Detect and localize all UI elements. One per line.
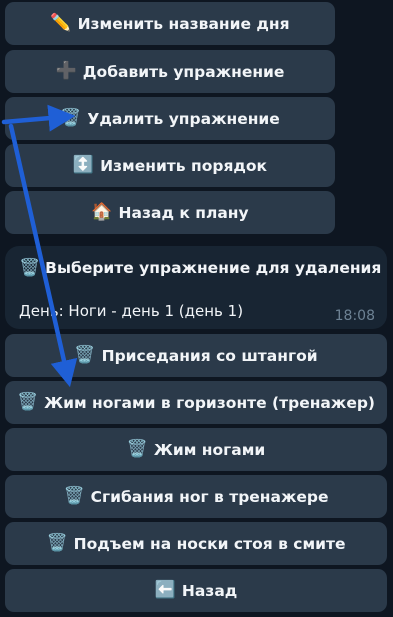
trash-icon: 🗑️ — [16, 392, 39, 412]
button-label: Изменить название дня — [77, 14, 290, 33]
pencil-icon: ✏️ — [50, 13, 72, 33]
chat-screen: ✏️ Изменить название дня ➕ Добавить упра… — [0, 0, 393, 617]
message-bubble: 🗑️ Выберите упражнение для удаления День:… — [5, 246, 387, 329]
trash-icon: 🗑️ — [19, 258, 41, 278]
inline-button-horizontal-leg-press[interactable]: 🗑️ Жим ногами в горизонте (тренажер) — [5, 381, 387, 424]
button-label: Жим ногами в горизонте (тренажер) — [44, 393, 376, 412]
inline-button-back[interactable]: ⬅️ Назад — [5, 569, 387, 612]
trash-icon: 🗑️ — [126, 439, 148, 459]
up-down-arrow-icon: ↕️ — [72, 155, 95, 175]
inline-button-squat[interactable]: 🗑️ Приседания со штангой — [5, 334, 387, 377]
rename-day-button[interactable]: ✏️ Изменить название дня — [5, 2, 335, 45]
button-label: Изменить порядок — [100, 156, 268, 175]
add-exercise-button[interactable]: ➕ Добавить упражнение — [5, 50, 335, 93]
inline-button-calf-raise[interactable]: 🗑️ Подъем на носки стоя в смите — [5, 522, 387, 565]
inline-button-leg-curl[interactable]: 🗑️ Сгибания ног в тренажере — [5, 475, 387, 518]
message-title: 🗑️ Выберите упражнение для удаления — [19, 258, 381, 278]
back-to-plan-button[interactable]: 🏠 Назад к плану — [5, 191, 335, 234]
button-label: Подъем на носки стоя в смите — [73, 534, 346, 553]
trash-icon: 🗑️ — [63, 486, 85, 506]
button-label: Сгибания ног в тренажере — [90, 487, 329, 506]
trash-icon: 🗑️ — [46, 533, 68, 553]
inline-button-leg-press[interactable]: 🗑️ Жим ногами — [5, 428, 387, 471]
left-arrow-icon: ⬅️ — [154, 580, 176, 600]
button-label: Жим ногами — [153, 440, 266, 459]
reorder-button[interactable]: ↕️ Изменить порядок — [5, 144, 335, 187]
button-label: Удалить упражнение — [87, 109, 280, 128]
message-time: 18:08 — [334, 308, 375, 324]
button-label: Приседания со штангой — [101, 346, 318, 365]
trash-icon: 🗑️ — [60, 108, 82, 128]
plus-icon: ➕ — [55, 61, 77, 81]
button-label: Добавить упражнение — [82, 62, 285, 81]
button-label: Назад к плану — [118, 203, 249, 222]
delete-exercise-button[interactable]: 🗑️ Удалить упражнение — [5, 97, 335, 140]
house-icon: 🏠 — [91, 202, 113, 222]
message-body: День: Ноги - день 1 (день 1) — [19, 302, 244, 320]
trash-icon: 🗑️ — [74, 345, 96, 365]
message-title-text: Выберите упражнение для удаления — [45, 259, 382, 277]
button-label: Назад — [181, 581, 238, 600]
